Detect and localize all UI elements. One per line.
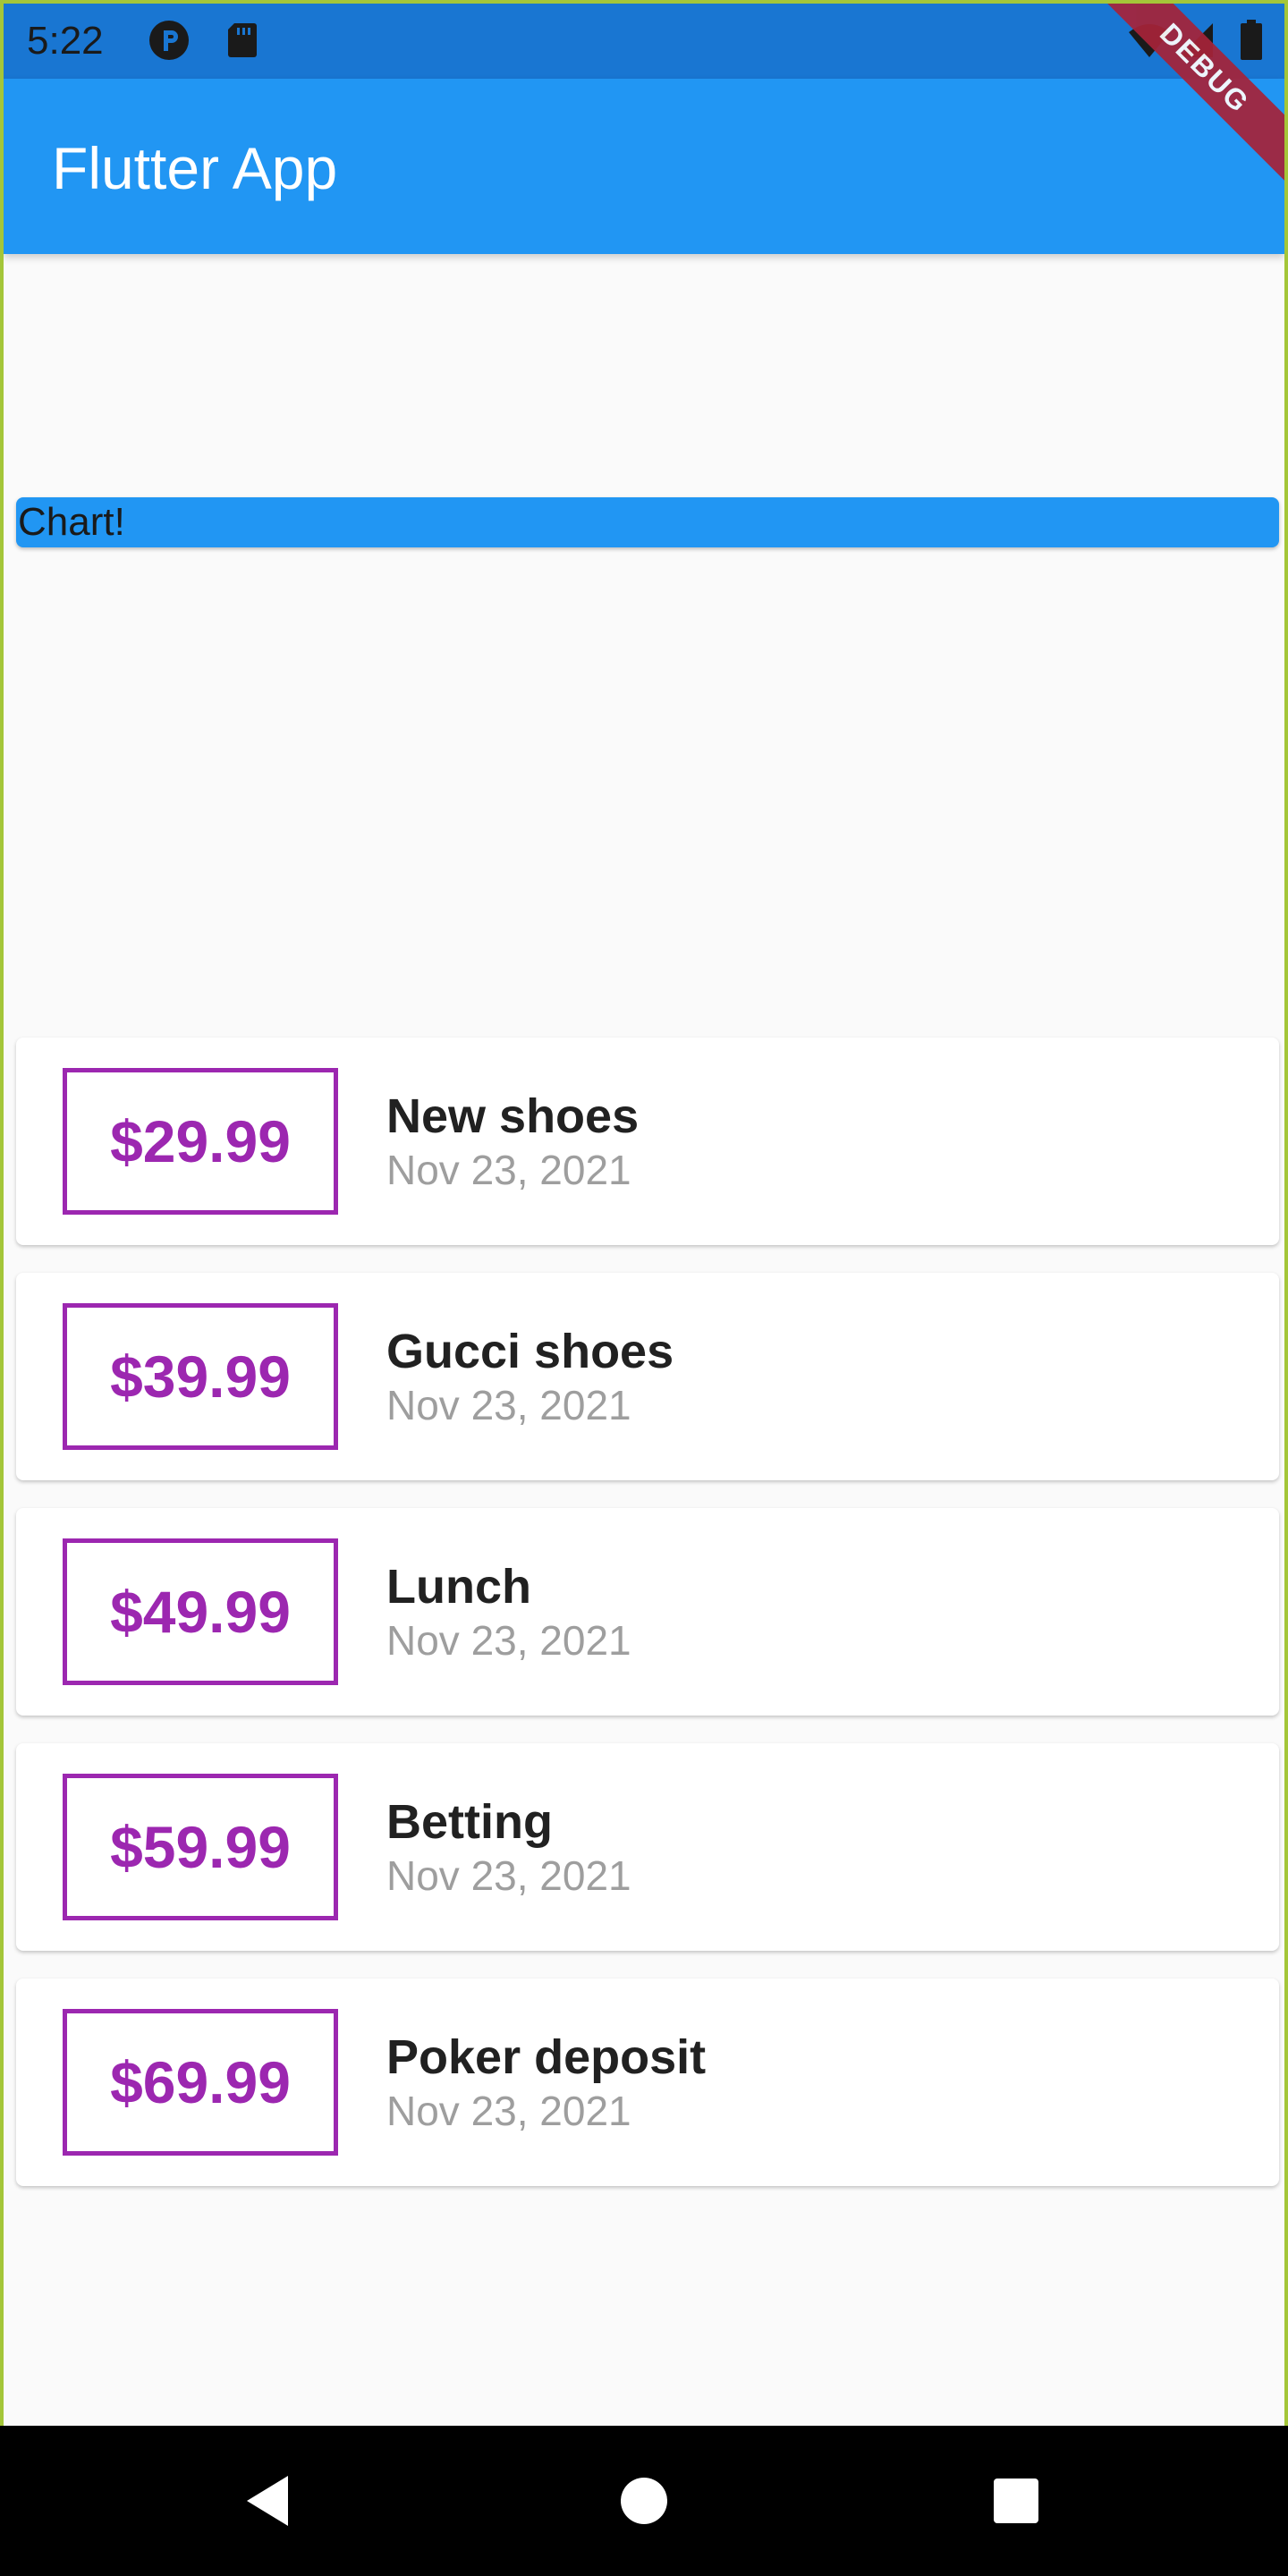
transaction-date: Nov 23, 2021 [386,1852,631,1899]
transaction-amount: $29.99 [110,1108,291,1174]
transaction-amount: $39.99 [110,1343,291,1410]
transaction-amount: $49.99 [110,1579,291,1645]
status-bar: 5:22 [4,4,1284,79]
transaction-date: Nov 23, 2021 [386,2088,631,2134]
amount-box: $39.99 [63,1303,338,1450]
transaction-card[interactable]: $29.99 New shoes Nov 23, 2021 [16,1038,1279,1245]
transaction-card[interactable]: $69.99 Poker deposit Nov 23, 2021 [16,1979,1279,2186]
transaction-date: Nov 23, 2021 [386,1617,631,1664]
chart-card: Chart! [16,497,1279,547]
navigation-bar [0,2426,1288,2576]
transaction-amount: $59.99 [110,1814,291,1880]
amount-box: $69.99 [63,2009,338,2156]
transaction-title: New shoes [386,1089,640,1143]
transaction-title: Lunch [386,1560,531,1614]
transaction-card[interactable]: $59.99 Betting Nov 23, 2021 [16,1743,1279,1951]
notification-p-icon [148,20,190,61]
transaction-title: Betting [386,1795,553,1849]
recents-icon[interactable] [979,2463,1054,2538]
battery-icon [1240,20,1263,61]
app-title: Flutter App [52,135,338,201]
transaction-title: Gucci shoes [386,1325,674,1378]
transaction-date: Nov 23, 2021 [386,1382,631,1428]
home-icon[interactable] [606,2463,682,2538]
chart-label: Chart! [18,500,125,544]
transaction-card[interactable]: $49.99 Lunch Nov 23, 2021 [16,1508,1279,1716]
transaction-amount: $69.99 [110,2049,291,2115]
transaction-list: $29.99 New shoes Nov 23, 2021 $39.99 Guc… [16,1038,1279,2214]
sd-card-icon [222,20,263,61]
amount-box: $29.99 [63,1068,338,1215]
back-icon[interactable] [231,2463,306,2538]
status-time: 5:22 [27,19,104,63]
amount-box: $59.99 [63,1774,338,1920]
transaction-title: Poker deposit [386,2030,707,2084]
app-screen: 5:22 Flutter App DEBUG Chart! $29.99 New… [0,0,1288,2576]
transaction-date: Nov 23, 2021 [386,1147,631,1193]
transaction-card[interactable]: $39.99 Gucci shoes Nov 23, 2021 [16,1273,1279,1480]
app-bar: Flutter App [4,79,1284,254]
amount-box: $49.99 [63,1538,338,1685]
